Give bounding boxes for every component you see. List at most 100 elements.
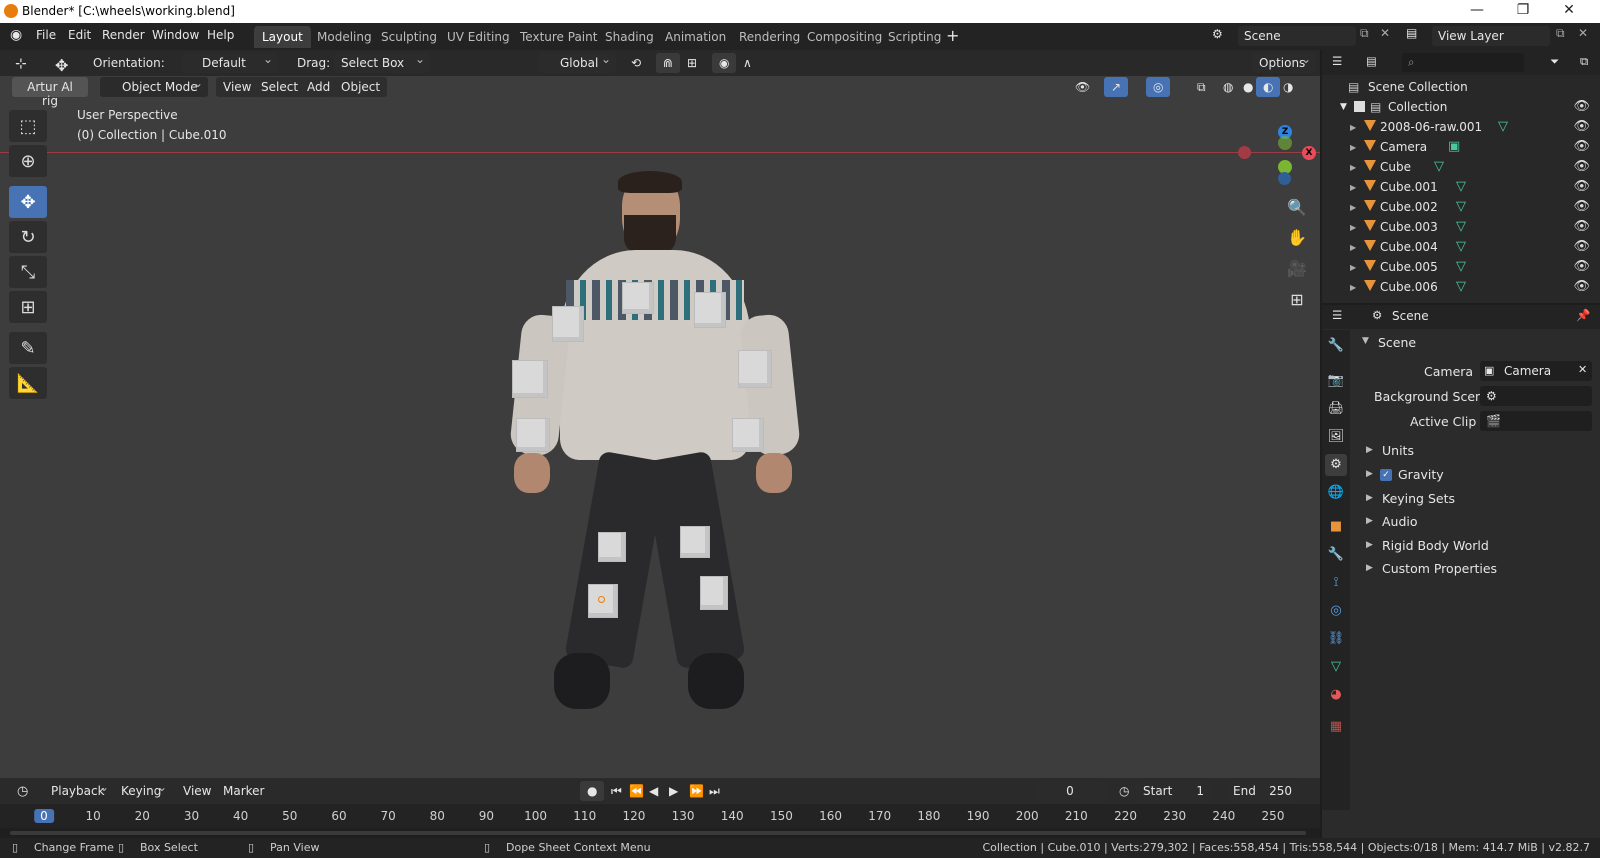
gravity-chevron-icon[interactable]: ▶ [1366, 469, 1373, 479]
blender-menu-icon[interactable]: ◉ [10, 27, 22, 43]
move-tool-icon[interactable]: ✥ [48, 53, 75, 75]
camera-clear-icon[interactable]: ✕ [1578, 363, 1587, 376]
view-layer-field[interactable]: View Layer [1432, 26, 1550, 46]
expand-chevron-icon[interactable]: ▶ [1350, 123, 1356, 132]
cube-marker[interactable] [732, 418, 764, 452]
cube-marker[interactable] [512, 360, 548, 398]
visibility-eye-icon[interactable]: 👁 [1573, 119, 1590, 134]
output-tab-icon[interactable]: 🖨 [1325, 398, 1347, 420]
outliner-row-object[interactable]: ▶ Cube.005 ▽ 👁 [1322, 257, 1600, 277]
add-workspace-icon[interactable]: + [946, 26, 959, 45]
snap-target-icon[interactable]: ⊞ [680, 53, 704, 73]
tab-compositing[interactable]: Compositing [799, 26, 890, 48]
gizmo-toggle-icon[interactable]: ↗ [1104, 77, 1129, 97]
filter-icon[interactable]: ⏷ [1550, 54, 1559, 69]
custom-properties-chevron-icon[interactable]: ▶ [1366, 563, 1373, 573]
timeline-scrollbar[interactable] [0, 828, 1320, 838]
tab-shading[interactable]: Shading [597, 26, 662, 48]
tab-modeling[interactable]: Modeling [309, 26, 380, 48]
scale-tool-icon[interactable]: ⤡ [9, 256, 47, 288]
texture-tab-icon[interactable]: ▦ [1325, 716, 1347, 738]
visibility-eye-icon[interactable]: 👁 [1573, 179, 1590, 194]
view-layer-tab-icon[interactable]: 🖼 [1325, 426, 1347, 448]
outliner-editor-icon[interactable]: ☰ [1332, 54, 1342, 68]
rigid-body-world-panel[interactable]: Rigid Body World [1382, 538, 1489, 553]
modifier-tab-icon[interactable]: 🔧 [1325, 544, 1347, 566]
navigation-gizmo[interactable]: Z X [1238, 122, 1320, 185]
outliner-row-scene-collection[interactable]: ▤ Scene Collection [1322, 77, 1600, 97]
cube-marker[interactable] [700, 576, 728, 610]
new-collection-icon[interactable]: ⧉ [1580, 54, 1588, 69]
record-icon[interactable]: ● [580, 781, 605, 801]
proportional-edit-icon[interactable]: ◉ [712, 53, 737, 73]
expand-chevron-icon[interactable]: ▶ [1350, 203, 1356, 212]
visibility-eye-icon[interactable]: 👁 [1573, 99, 1590, 114]
units-panel[interactable]: Units [1382, 443, 1414, 458]
audio-panel[interactable]: Audio [1382, 514, 1418, 529]
gravity-checkbox[interactable]: ✓ [1380, 469, 1392, 481]
tab-scripting[interactable]: Scripting [880, 26, 949, 48]
clock-icon[interactable]: ◷ [1112, 781, 1136, 801]
outliner-row-object[interactable]: ▶ Cube.006 ▽ 👁 [1322, 277, 1600, 297]
tab-animation[interactable]: Animation [657, 26, 734, 48]
visibility-eye-icon[interactable]: 👁 [1573, 259, 1590, 274]
xray-icon[interactable]: ⧉ [1190, 77, 1213, 97]
expand-chevron-icon[interactable]: ▶ [1350, 223, 1356, 232]
background-scene-field[interactable]: ⚙ [1480, 386, 1592, 406]
properties-editor-icon[interactable]: ☰ [1332, 308, 1342, 322]
outliner-row-object[interactable]: ▶ Cube.002 ▽ 👁 [1322, 197, 1600, 217]
marker-menu[interactable]: Marker [216, 781, 271, 801]
particles-tab-icon[interactable]: ⟟ [1325, 572, 1347, 594]
gizmo-x-neg-axis[interactable] [1238, 146, 1251, 159]
visibility-eye-icon[interactable]: 👁 [1573, 239, 1590, 254]
tool-tab-icon[interactable]: 🔧 [1325, 335, 1347, 357]
physics-tab-icon[interactable]: ◎ [1325, 600, 1347, 622]
playback-menu[interactable]: Playback [44, 780, 114, 801]
gizmo-y-neg-axis[interactable] [1278, 136, 1292, 150]
scene-selector-icon[interactable]: ⚙ [1212, 27, 1223, 41]
gizmo-x-axis[interactable]: X [1302, 146, 1316, 160]
visibility-eye-icon[interactable]: 👁 [1573, 199, 1590, 214]
menu-file[interactable]: File [36, 28, 56, 42]
visibility-eye-icon[interactable]: 👁 [1573, 159, 1590, 174]
mesh-data-icon[interactable]: ▽ [1456, 259, 1466, 274]
rigid-body-world-chevron-icon[interactable]: ▶ [1366, 540, 1373, 550]
expand-chevron-icon[interactable]: ▶ [1350, 143, 1356, 152]
units-chevron-icon[interactable]: ▶ [1366, 445, 1373, 455]
rendered-shading-icon[interactable]: ◑ [1276, 77, 1300, 97]
expand-chevron-icon[interactable]: ▶ [1350, 263, 1356, 272]
keying-sets-chevron-icon[interactable]: ▶ [1366, 493, 1373, 503]
mesh-data-icon[interactable]: ▽ [1456, 179, 1466, 194]
close-button[interactable]: ✕ [1554, 2, 1584, 20]
snap-icon[interactable]: ⋒ [656, 53, 681, 73]
mesh-data-icon[interactable]: ▽ [1456, 279, 1466, 294]
rotate-tool-icon[interactable]: ↻ [9, 221, 47, 253]
visibility-eye-icon[interactable]: 👁 [1573, 219, 1590, 234]
constraints-tab-icon[interactable]: ⛓ [1325, 628, 1347, 650]
zoom-icon[interactable]: 🔍 [1282, 193, 1312, 221]
cube-marker[interactable] [516, 418, 550, 452]
character-model[interactable] [508, 171, 802, 735]
view-layer-icon[interactable]: ▤ [1406, 26, 1417, 40]
gravity-panel[interactable]: Gravity [1398, 467, 1444, 482]
outliner-row-object[interactable]: ▶ Cube ▽ 👁 [1322, 157, 1600, 177]
menu-view[interactable]: View [216, 77, 259, 97]
scene-field[interactable]: Scene [1238, 26, 1356, 46]
tab-layout[interactable]: Layout [254, 26, 311, 48]
mesh-data-icon[interactable]: ▽ [1434, 159, 1444, 174]
keying-menu[interactable]: Keying [114, 780, 172, 801]
mesh-data-icon[interactable]: ▽ [1456, 199, 1466, 214]
timeline-editor-icon[interactable]: ◷ [10, 781, 35, 801]
timeline-view-menu[interactable]: View [176, 781, 218, 801]
outliner-row-object[interactable]: ▶ Cube.004 ▽ 👁 [1322, 237, 1600, 257]
outliner-row-object[interactable]: ▶ Cube.001 ▽ 👁 [1322, 177, 1600, 197]
active-clip-field[interactable]: 🎬 [1480, 411, 1592, 431]
menu-edit[interactable]: Edit [68, 28, 91, 42]
scene-panel-chevron-icon[interactable]: ▼ [1362, 336, 1369, 346]
cube-marker[interactable] [680, 526, 710, 558]
orientation-dropdown[interactable]: Default [182, 52, 278, 73]
cube-marker[interactable] [694, 292, 726, 328]
pivot-icon[interactable]: ⟲ [624, 53, 648, 73]
tab-uv-editing[interactable]: UV Editing [439, 26, 518, 48]
remove-scene-icon[interactable]: ✕ [1380, 26, 1390, 40]
